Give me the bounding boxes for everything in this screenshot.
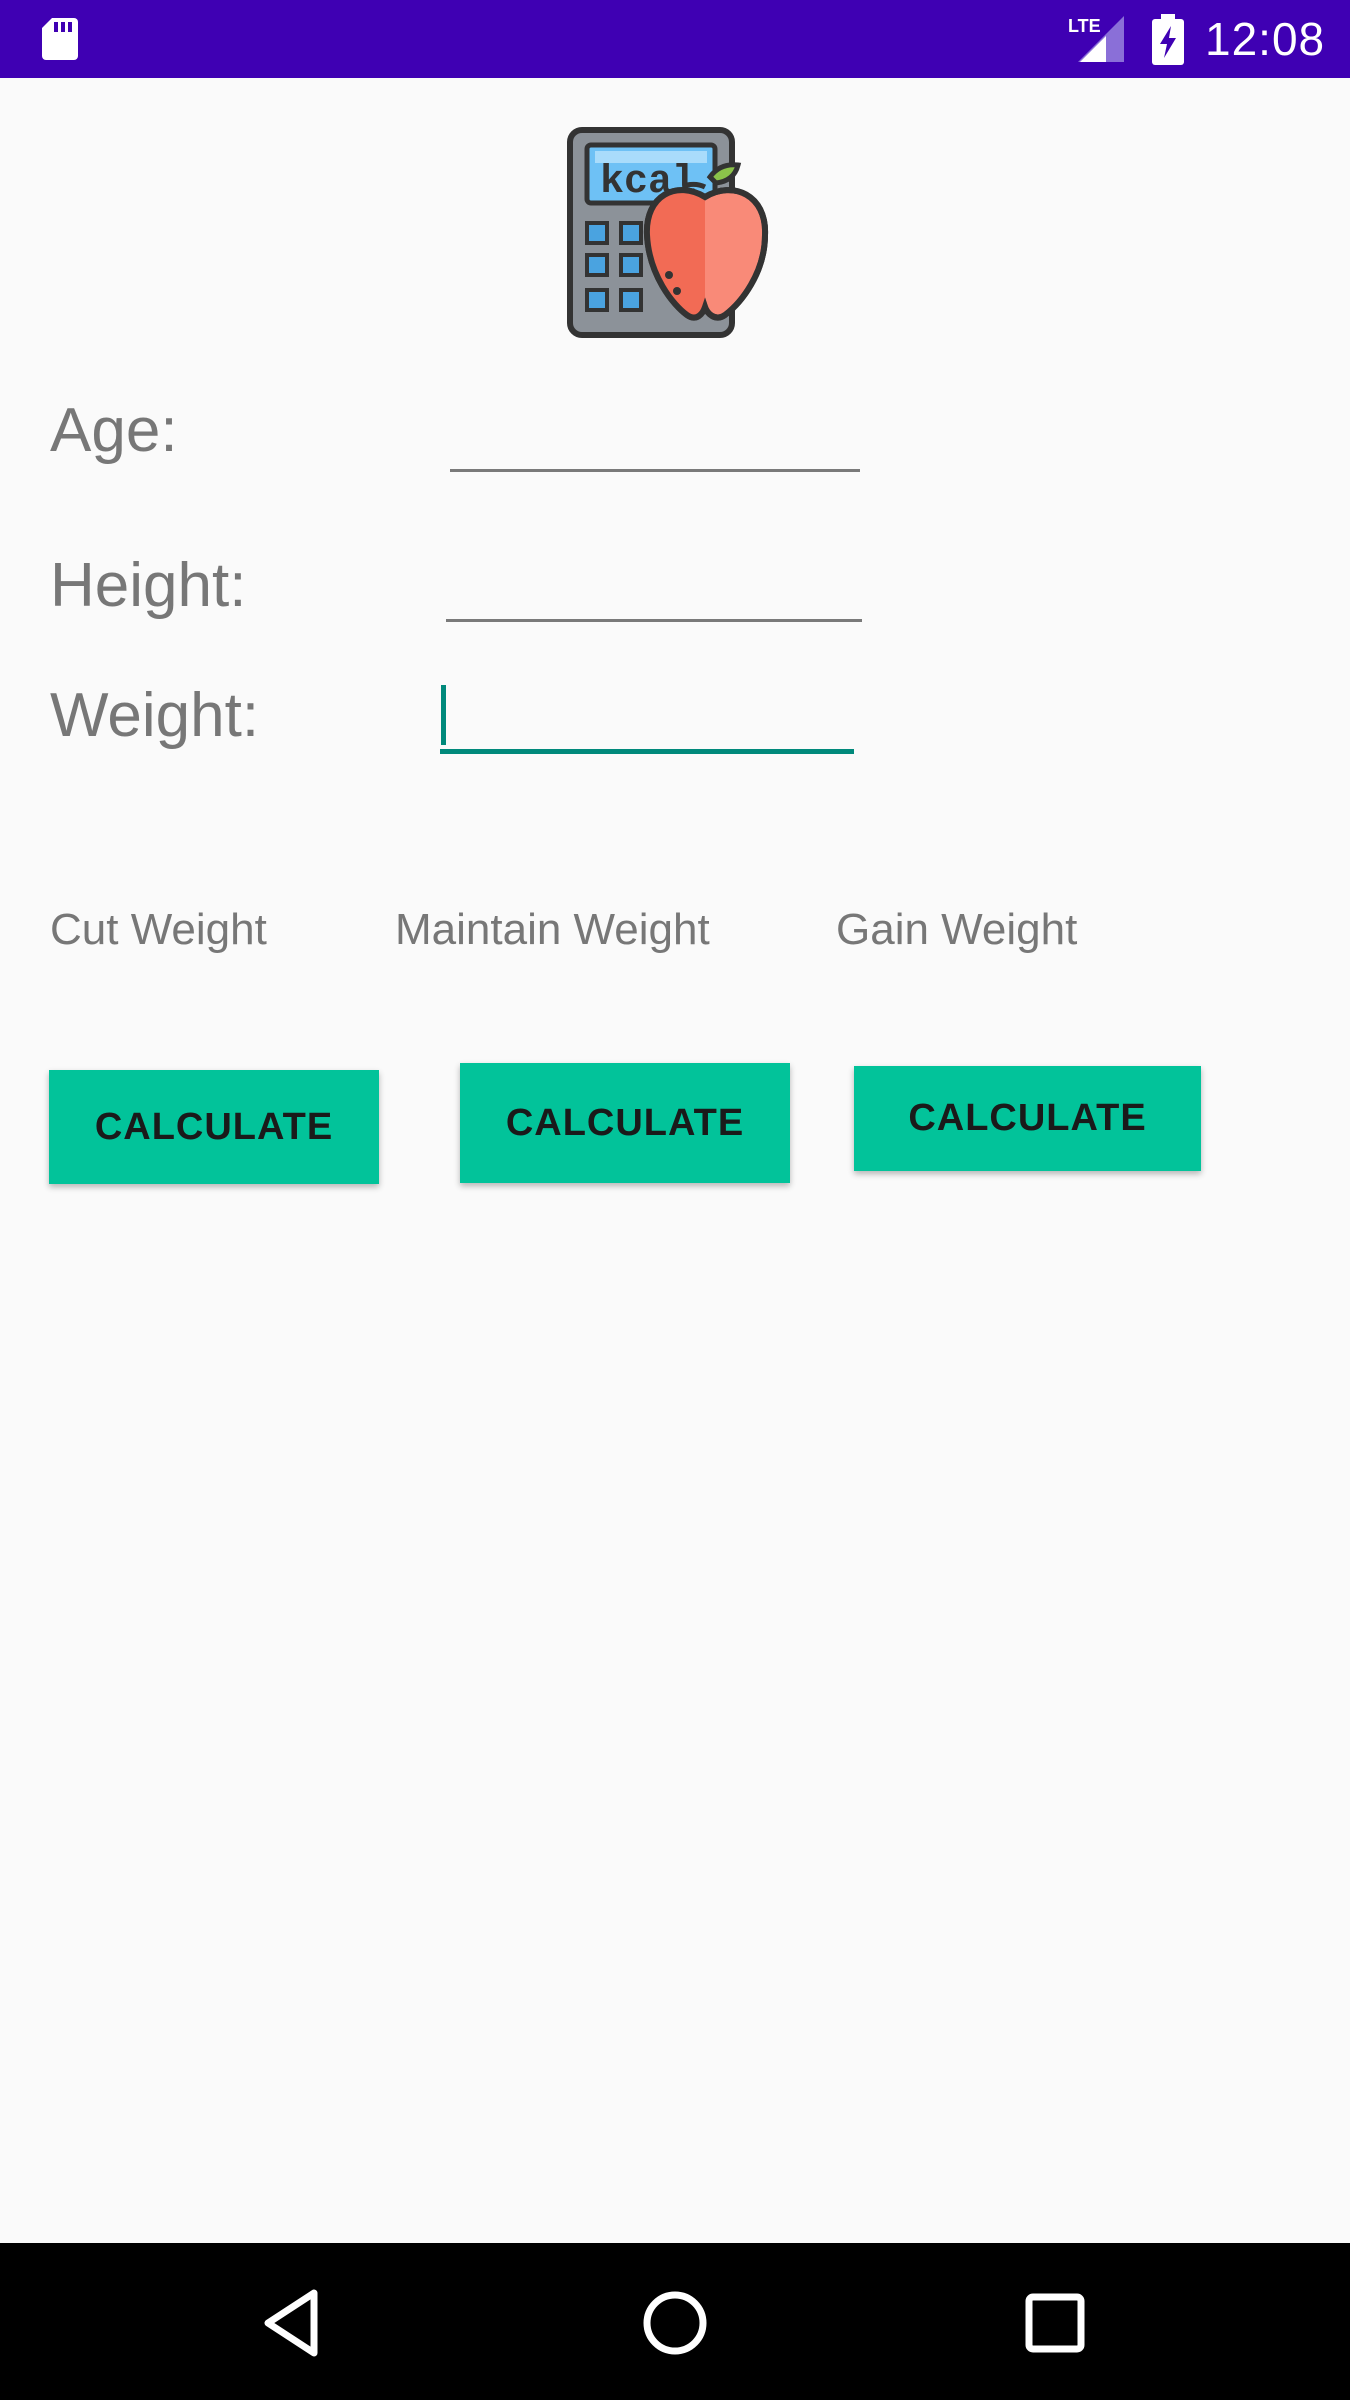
screen: LTE 12:08 kcal Age: Height: Weight: Cut …	[0, 0, 1350, 2400]
maintain-weight-label: Maintain Weight	[395, 905, 710, 954]
status-time: 12:08	[1205, 13, 1326, 65]
calculate-maintain-button[interactable]: CALCULATE	[460, 1063, 790, 1183]
weight-input[interactable]	[440, 694, 854, 754]
sd-card-icon	[42, 18, 78, 60]
recent-apps-icon[interactable]	[1015, 2283, 1095, 2363]
status-bar: LTE 12:08	[0, 0, 1350, 78]
text-cursor	[441, 685, 446, 745]
kcal-calculator-apple-icon: kcal	[567, 127, 769, 338]
navigation-bar	[0, 2243, 1350, 2400]
gain-weight-label: Gain Weight	[836, 905, 1078, 954]
cut-weight-label: Cut Weight	[50, 905, 267, 954]
svg-text:LTE: LTE	[1068, 16, 1101, 36]
lte-signal-icon: LTE	[1068, 16, 1124, 62]
age-label: Age:	[50, 396, 178, 465]
calculate-cut-button[interactable]: CALCULATE	[49, 1070, 379, 1184]
height-input[interactable]	[446, 562, 862, 622]
weight-label: Weight:	[50, 681, 260, 750]
height-label: Height:	[50, 551, 247, 620]
back-icon[interactable]	[254, 2283, 334, 2363]
home-icon[interactable]	[635, 2283, 715, 2363]
battery-charging-icon	[1152, 14, 1184, 65]
age-input[interactable]	[450, 412, 860, 472]
calculate-gain-button[interactable]: CALCULATE	[854, 1066, 1201, 1171]
